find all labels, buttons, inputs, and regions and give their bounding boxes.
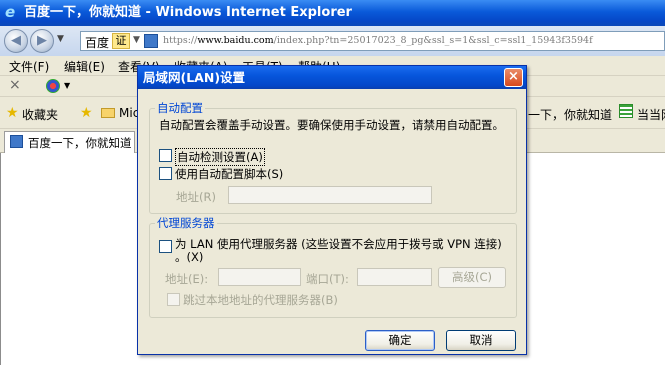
bypass-local-checkbox[interactable] bbox=[167, 293, 180, 306]
page-icon bbox=[144, 34, 158, 48]
tab-page-icon bbox=[10, 135, 23, 148]
proxy-legend: 代理服务器 bbox=[155, 215, 217, 231]
address-site-label: 百度 bbox=[85, 36, 110, 50]
favorites-star-icon: ★ bbox=[6, 105, 19, 121]
proxy-address-label: 地址(E): bbox=[165, 272, 209, 286]
ie-logo-icon: e bbox=[5, 3, 16, 21]
use-proxy-label-cont[interactable]: 。(X) bbox=[175, 249, 203, 265]
auto-config-legend: 自动配置 bbox=[155, 100, 205, 116]
add-favorite-icon[interactable]: ★ bbox=[80, 105, 93, 121]
url-host: www.baidu.com bbox=[197, 35, 274, 46]
favorites-link-baidu[interactable]: 一下，你就知道 bbox=[528, 106, 612, 123]
dialog-title: 局域网(LAN)设置 bbox=[143, 70, 246, 85]
use-script-checkbox[interactable] bbox=[159, 167, 172, 180]
window-title: 百度一下，你就知道 - Windows Internet Explorer bbox=[24, 5, 352, 20]
certificate-icon[interactable]: 证 bbox=[112, 33, 130, 49]
history-dropdown-icon[interactable]: ▼ bbox=[57, 34, 64, 44]
dialog-title-bar[interactable]: 局域网(LAN)设置 × bbox=[138, 66, 526, 89]
folder-icon bbox=[101, 108, 115, 118]
lan-settings-dialog: 局域网(LAN)设置 × 自动配置 自动配置会覆盖手动设置。要确保使用手动设置，… bbox=[137, 65, 527, 355]
address-bar[interactable]: 百度 证 ▼ https://www.baidu.com/index.php?t… bbox=[80, 31, 665, 51]
close-icon[interactable]: × bbox=[504, 68, 523, 87]
dangdang-icon bbox=[619, 104, 633, 118]
tab-label: 百度一下，你就知道 bbox=[28, 136, 132, 150]
address-bar-row: ◀ ▶ ▼ 百度 证 ▼ https://www.baidu.com/index… bbox=[0, 26, 665, 56]
menu-file[interactable]: 文件(F) bbox=[9, 58, 49, 75]
address-url[interactable]: https://www.baidu.com/index.php?tn=25017… bbox=[163, 35, 593, 46]
google-toolbar-icon[interactable] bbox=[46, 79, 60, 93]
back-button[interactable]: ◀ bbox=[4, 29, 28, 53]
proxy-port-label: 端口(T): bbox=[306, 272, 349, 286]
use-proxy-checkbox[interactable] bbox=[159, 240, 172, 253]
window-title-bar: e 百度一下，你就知道 - Windows Internet Explorer bbox=[0, 0, 665, 26]
favorites-link-dangdang[interactable]: 当当网 bbox=[637, 106, 665, 123]
url-path: /index.php?tn=25017023_8_pg&ssl_s=1&ssl_… bbox=[273, 35, 593, 46]
use-proxy-label[interactable]: 为 LAN 使用代理服务器 (这些设置不会应用于拨号或 VPN 连接) bbox=[175, 236, 502, 252]
auto-detect-label[interactable]: 自动检测设置(A) bbox=[175, 148, 265, 166]
script-address-field[interactable] bbox=[228, 186, 432, 204]
menu-edit[interactable]: 编辑(E) bbox=[64, 58, 105, 75]
advanced-button[interactable]: 高级(C) bbox=[438, 267, 506, 288]
toolbar-dropdown-icon[interactable]: ▼ bbox=[64, 81, 70, 90]
proxy-port-field[interactable] bbox=[357, 268, 432, 286]
ok-button[interactable]: 确定 bbox=[365, 330, 435, 351]
proxy-address-field[interactable] bbox=[218, 268, 301, 286]
forward-button[interactable]: ▶ bbox=[30, 29, 54, 53]
use-script-label[interactable]: 使用自动配置脚本(S) bbox=[175, 166, 283, 182]
url-prefix: https:// bbox=[163, 35, 198, 46]
favorites-button[interactable]: 收藏夹 bbox=[22, 106, 58, 123]
cancel-button[interactable]: 取消 bbox=[446, 330, 516, 351]
close-toolbar-icon[interactable]: × bbox=[9, 77, 21, 93]
address-dropdown-icon[interactable]: ▼ bbox=[133, 35, 140, 45]
script-address-label: 地址(R) bbox=[176, 190, 216, 204]
auto-detect-checkbox[interactable] bbox=[159, 149, 172, 162]
auto-config-description: 自动配置会覆盖手动设置。要确保使用手动设置，请禁用自动配置。 bbox=[159, 118, 504, 132]
bypass-local-label[interactable]: 跳过本地地址的代理服务器(B) bbox=[183, 292, 338, 308]
tab-baidu[interactable]: 百度一下，你就知道 bbox=[4, 131, 135, 153]
